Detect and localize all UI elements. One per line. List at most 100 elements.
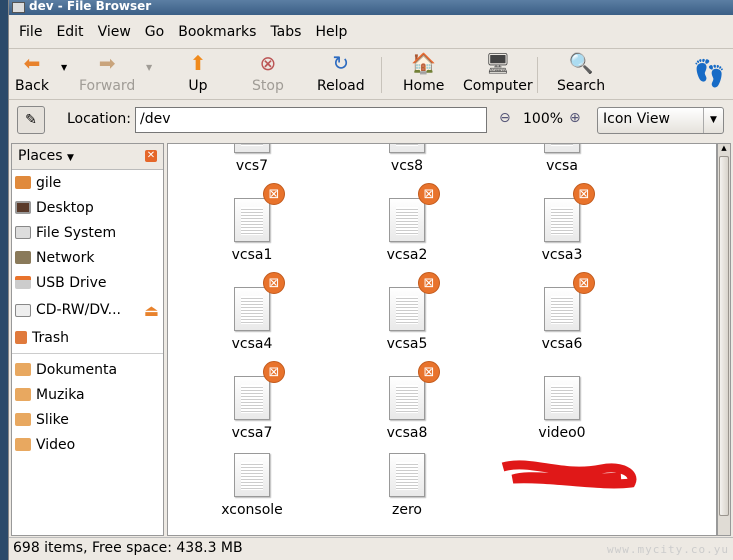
file-name: vcs7: [235, 158, 269, 174]
sidebar-item-cd-drive[interactable]: CD-RW/DV... ⏏: [12, 295, 163, 325]
file-name: vcsa4: [231, 336, 273, 352]
stop-button[interactable]: ⊗ Stop: [252, 51, 284, 94]
menu-file[interactable]: File: [19, 24, 42, 40]
file-name: xconsole: [221, 502, 283, 518]
usb-drive-icon: [15, 276, 31, 289]
sidebar-header: Places ▼ ✕: [12, 144, 163, 170]
desktop-icon: [15, 201, 31, 214]
document-icon: [234, 144, 270, 153]
computer-icon: 🖥: [485, 51, 511, 75]
sidebar-label: Trash: [32, 329, 69, 346]
zoom-in-icon[interactable]: ⊕: [569, 110, 581, 126]
close-sidebar-icon[interactable]: ✕: [145, 150, 157, 162]
forward-arrow-icon: ➡: [98, 51, 116, 75]
forward-button[interactable]: ➡ Forward: [79, 51, 135, 94]
document-icon: [389, 144, 425, 153]
menu-go[interactable]: Go: [145, 24, 164, 40]
up-button[interactable]: ⬆ Up: [186, 51, 210, 94]
folder-icon: [15, 438, 31, 451]
file-icon-view: vcs7 vcs8 vcsa ⊠ vcsa1 ⊠ vcsa2 ⊠ vcsa3 ⊠ vcsa4 ⊠ vcs…: [167, 143, 717, 536]
file-item[interactable]: video0: [502, 376, 622, 441]
reload-icon: ↻: [332, 51, 350, 75]
folder-icon: [15, 413, 31, 426]
folder-icon: [15, 388, 31, 401]
file-item[interactable]: ⊠ vcsa7: [192, 361, 312, 441]
window-icon: [12, 2, 25, 13]
search-icon: 🔍: [568, 51, 594, 75]
no-access-emblem-icon: ⊠: [263, 183, 285, 205]
document-icon: ⊠: [389, 272, 440, 331]
menu-bookmarks[interactable]: Bookmarks: [178, 24, 256, 40]
sidebar-bookmark-muzika[interactable]: Muzika: [12, 382, 163, 407]
menu-view[interactable]: View: [98, 24, 131, 40]
toolbar-separator: [537, 57, 538, 93]
file-name: vcsa6: [541, 336, 583, 352]
toolbar-separator: [381, 57, 382, 93]
sidebar-label: Network: [36, 249, 95, 266]
document-icon: [389, 453, 425, 497]
no-access-emblem-icon: ⊠: [418, 183, 440, 205]
location-bar: ✎ Location: /dev ⊖ 100% ⊕ Icon View ▼: [9, 102, 733, 140]
sidebar-label: gile: [36, 174, 62, 191]
file-item[interactable]: ⊠ vcsa4: [192, 272, 312, 352]
toggle-location-entry-button[interactable]: ✎: [17, 106, 45, 134]
sidebar-item-trash[interactable]: Trash: [12, 325, 163, 350]
file-item[interactable]: vcsa: [502, 144, 622, 174]
file-name: vcsa7: [231, 425, 273, 441]
location-input[interactable]: /dev: [135, 107, 487, 133]
sidebar-label: File System: [36, 224, 117, 241]
file-name: vcsa1: [231, 247, 273, 263]
file-item[interactable]: ⊠ vcsa6: [502, 272, 622, 352]
scroll-up-icon[interactable]: ▲: [718, 144, 730, 152]
file-item[interactable]: ⊠ vcsa3: [502, 183, 622, 263]
sidebar-item-usb-drive[interactable]: USB Drive: [12, 270, 163, 295]
back-history-dropdown[interactable]: ▼: [61, 63, 67, 72]
file-item[interactable]: ⊠ vcsa5: [347, 272, 467, 352]
scrollbar-thumb[interactable]: [719, 156, 729, 516]
file-browser-window: dev - File Browser File Edit View Go Boo…: [8, 0, 733, 560]
file-item[interactable]: xconsole: [192, 453, 312, 518]
menu-edit[interactable]: Edit: [56, 24, 83, 40]
search-button[interactable]: 🔍 Search: [557, 51, 605, 94]
file-item[interactable]: zero: [347, 453, 467, 518]
file-item[interactable]: ⊠ vcsa1: [192, 183, 312, 263]
file-name: vcsa8: [386, 425, 428, 441]
computer-button[interactable]: 🖥 Computer: [463, 51, 533, 94]
file-item[interactable]: ⊠ vcsa8: [347, 361, 467, 441]
reload-button[interactable]: ↻ Reload: [317, 51, 365, 94]
watermark: www.mycity.co.yu: [607, 543, 729, 556]
home-folder-icon: 🏠: [411, 51, 437, 75]
zoom-out-icon[interactable]: ⊖: [499, 110, 511, 126]
sidebar-label: USB Drive: [36, 274, 107, 291]
home-button[interactable]: 🏠 Home: [403, 51, 444, 94]
menu-tabs[interactable]: Tabs: [270, 24, 301, 40]
sidebar-bookmark-video[interactable]: Video: [12, 432, 163, 457]
document-icon: ⊠: [389, 361, 440, 420]
forward-history-dropdown[interactable]: ▼: [146, 63, 152, 72]
file-item[interactable]: ⊠ vcsa2: [347, 183, 467, 263]
sidebar-item-desktop[interactable]: Desktop: [12, 195, 163, 220]
eject-icon[interactable]: ⏏: [144, 301, 159, 320]
file-item[interactable]: vcs8: [347, 144, 467, 174]
view-mode-select[interactable]: Icon View ▼: [597, 107, 724, 134]
no-access-emblem-icon: ⊠: [418, 272, 440, 294]
no-access-emblem-icon: ⊠: [573, 272, 595, 294]
trash-icon: [15, 331, 27, 344]
no-access-emblem-icon: ⊠: [573, 183, 595, 205]
sidebar-bookmark-dokumenta[interactable]: Dokumenta: [12, 357, 163, 382]
sidebar-item-network[interactable]: Network: [12, 245, 163, 270]
up-label: Up: [188, 78, 208, 94]
sidebar-item-gile[interactable]: gile: [12, 170, 163, 195]
caret-down-icon: ▼: [66, 153, 74, 163]
sidebar-title-dropdown[interactable]: Places: [18, 148, 63, 164]
file-name: zero: [392, 502, 422, 518]
back-button[interactable]: ⬅ Back: [15, 51, 49, 94]
file-item[interactable]: vcs7: [192, 144, 312, 174]
menu-help[interactable]: Help: [315, 24, 347, 40]
vertical-scrollbar[interactable]: ▲: [717, 143, 731, 536]
no-access-emblem-icon: ⊠: [263, 272, 285, 294]
location-label: Location:: [67, 111, 131, 127]
document-icon: ⊠: [544, 183, 595, 242]
sidebar-bookmark-slike[interactable]: Slike: [12, 407, 163, 432]
sidebar-item-file-system[interactable]: File System: [12, 220, 163, 245]
